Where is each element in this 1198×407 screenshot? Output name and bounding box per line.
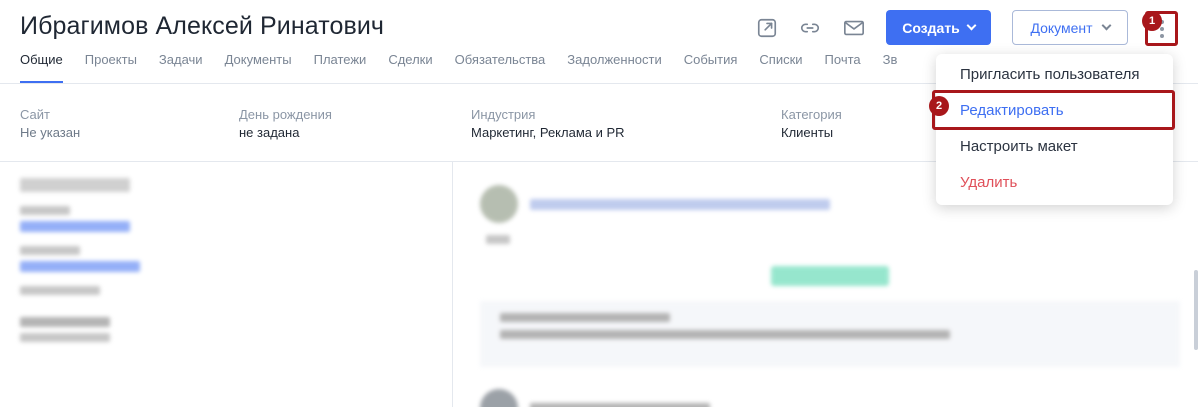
copy-link-button[interactable] — [797, 15, 823, 41]
blurred-comment-row — [480, 389, 1180, 407]
avatar — [480, 389, 518, 407]
link-icon — [800, 23, 820, 33]
more-vertical-icon-dot — [1159, 26, 1164, 31]
field-value: Маркетинг, Реклама и PR — [471, 125, 625, 140]
tab-payments[interactable]: Платежи — [314, 52, 367, 83]
external-link-button[interactable] — [754, 15, 780, 41]
document-button[interactable]: Документ — [1012, 10, 1128, 45]
blurred-link — [20, 261, 140, 272]
tab-mail[interactable]: Почта — [825, 52, 861, 83]
blurred-filter — [486, 235, 510, 244]
status-badge — [771, 266, 889, 286]
tab-events[interactable]: События — [684, 52, 738, 83]
field-industry: Индустрия Маркетинг, Реклама и PR — [471, 107, 625, 140]
tab-tasks[interactable]: Задачи — [159, 52, 203, 83]
blurred-label — [20, 286, 100, 295]
more-vertical-icon-dot — [1159, 33, 1164, 38]
field-label: Индустрия — [471, 107, 536, 122]
more-actions-menu: Пригласить пользователя Редактировать На… — [932, 54, 1175, 205]
blurred-text — [500, 313, 670, 322]
tab-lists[interactable]: Списки — [759, 52, 802, 83]
blurred-text — [500, 330, 950, 339]
menu-item-edit[interactable]: Редактировать — [932, 90, 1175, 130]
field-value: Клиенты — [781, 125, 834, 140]
blurred-label — [20, 246, 80, 255]
create-button[interactable]: Создать — [886, 10, 991, 45]
activity-feed-blurred — [480, 185, 1180, 407]
blurred-text — [530, 198, 830, 210]
field-value: не задана — [239, 125, 300, 140]
menu-item-configure-layout[interactable]: Настроить макет — [936, 128, 1173, 164]
tab-general[interactable]: Общие — [20, 52, 63, 83]
menu-item-invite-user[interactable]: Пригласить пользователя — [936, 56, 1173, 92]
tab-debts[interactable]: Задолженности — [567, 52, 661, 83]
blurred-text — [20, 317, 110, 327]
blurred-info-box — [480, 301, 1180, 367]
tab-projects[interactable]: Проекты — [85, 52, 137, 83]
document-button-label: Документ — [1030, 19, 1093, 36]
blurred-heading — [20, 178, 130, 192]
contacts-panel-blurred — [20, 178, 430, 407]
field-birthday: День рождения не задана — [239, 107, 332, 140]
send-email-button[interactable] — [841, 15, 867, 41]
tab-obligations[interactable]: Обязательства — [455, 52, 546, 83]
chevron-down-icon — [966, 20, 977, 31]
blurred-text — [20, 333, 110, 342]
step-marker-1: 1 — [1142, 11, 1162, 31]
menu-item-delete[interactable]: Удалить — [936, 164, 1173, 200]
blurred-link — [20, 221, 130, 232]
field-category: Категория Клиенты — [781, 107, 842, 140]
page-title: Ибрагимов Алексей Ринатович — [20, 12, 385, 40]
external-link-icon — [757, 18, 777, 38]
tab-documents[interactable]: Документы — [225, 52, 292, 83]
field-label: Категория — [781, 107, 842, 122]
blurred-pill-row — [480, 266, 1180, 291]
field-label: Сайт — [20, 107, 50, 122]
create-button-label: Создать — [902, 19, 960, 36]
blurred-text — [530, 403, 710, 407]
field-value: Не указан — [20, 125, 81, 140]
mail-icon — [844, 20, 864, 36]
scrollbar[interactable] — [1194, 270, 1198, 350]
column-divider — [452, 162, 453, 407]
field-label: День рождения — [239, 107, 332, 122]
step-marker-2: 2 — [929, 96, 949, 116]
avatar — [480, 185, 518, 223]
tab-calls[interactable]: Зв — [883, 52, 898, 83]
field-site: Сайт Не указан — [20, 107, 80, 140]
tab-deals[interactable]: Сделки — [388, 52, 432, 83]
tab-bar: Общие Проекты Задачи Документы Платежи С… — [20, 52, 897, 83]
blurred-label — [20, 206, 70, 215]
chevron-down-icon — [1101, 20, 1111, 31]
